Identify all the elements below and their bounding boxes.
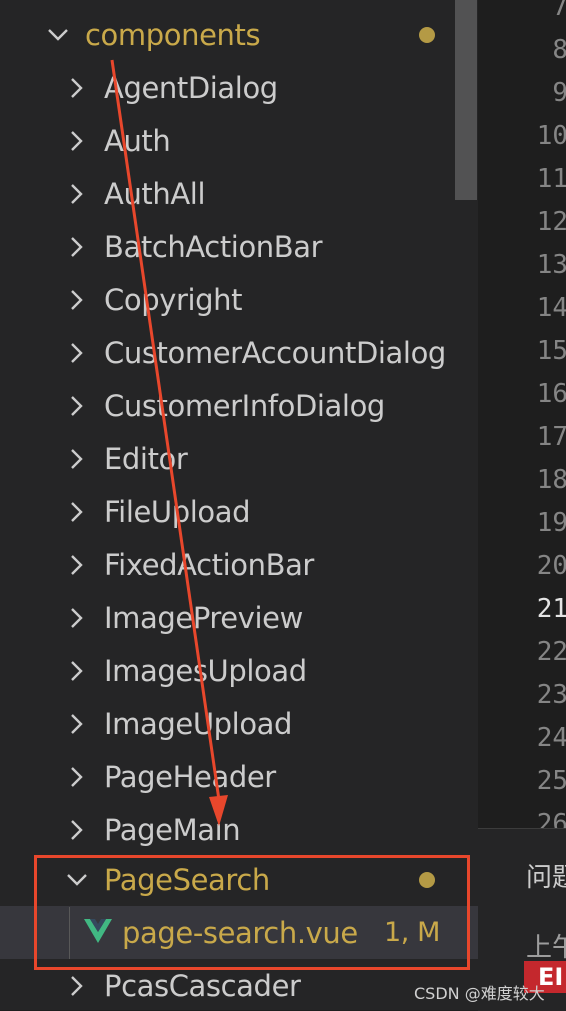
folder-row[interactable]: Auth (0, 114, 478, 167)
chevron-right-icon (71, 449, 83, 469)
line-number: 18 (536, 465, 566, 495)
chevron-right-icon (71, 502, 83, 522)
folder-label: AuthAll (104, 176, 206, 211)
folder-row[interactable]: Editor (0, 432, 478, 485)
folder-row[interactable]: FileUpload (0, 485, 478, 538)
chevron-right-icon (71, 237, 83, 257)
folder-label: FileUpload (104, 494, 251, 529)
folder-label: CustomerAccountDialog (104, 335, 446, 370)
folder-row[interactable]: AuthAll (0, 167, 478, 220)
folder-row[interactable]: PageHeader (0, 750, 478, 803)
folder-row[interactable]: PageMain (0, 803, 478, 856)
vue-file-icon (84, 919, 112, 943)
chevron-right-icon (71, 714, 83, 734)
line-number: 16 (536, 379, 566, 409)
line-number: 12 (536, 207, 566, 237)
folder-row[interactable]: ImageUpload (0, 697, 478, 750)
chevron-right-icon (71, 131, 83, 151)
chevron-down-icon (48, 29, 68, 41)
folder-label: components (85, 17, 261, 52)
folder-label: FixedActionBar (104, 547, 314, 582)
chevron-right-icon (71, 976, 83, 996)
file-status: 1, M (384, 917, 441, 948)
file-row-page-search-vue[interactable]: page-search.vue 1, M (0, 906, 478, 959)
folder-label: Editor (104, 441, 188, 476)
line-number: 9 (552, 78, 566, 108)
folder-label: BatchActionBar (104, 229, 323, 264)
folder-row[interactable]: BatchActionBar (0, 220, 478, 273)
line-number: 22 (536, 637, 566, 667)
line-number: 10 (536, 121, 566, 151)
line-number: 26 (536, 809, 566, 828)
folder-row[interactable]: ImagePreview (0, 591, 478, 644)
chevron-right-icon (71, 78, 83, 98)
chevron-right-icon (71, 661, 83, 681)
folder-label: PageMain (104, 812, 241, 847)
chevron-right-icon (71, 184, 83, 204)
chevron-right-icon (71, 396, 83, 416)
folder-label: PageHeader (104, 759, 276, 794)
folder-row[interactable]: CustomerInfoDialog (0, 379, 478, 432)
line-number: 15 (536, 336, 566, 366)
file-label: page-search.vue (122, 915, 358, 950)
chevron-right-icon (71, 555, 83, 575)
line-number: 11 (536, 164, 566, 194)
line-number: 21 (536, 594, 566, 624)
folder-label: PcasCascader (104, 968, 301, 1003)
line-number: 17 (536, 422, 566, 452)
chevron-right-icon (71, 290, 83, 310)
folder-label: Copyright (104, 282, 243, 317)
chevron-right-icon (71, 608, 83, 628)
folder-label: AgentDialog (104, 70, 278, 105)
folder-label: ImagesUpload (104, 653, 307, 688)
folder-row-components[interactable]: components (0, 8, 478, 61)
line-number: 14 (536, 293, 566, 323)
folder-row-pcas-cascader[interactable]: PcasCascader (0, 959, 478, 1010)
folder-label: CustomerInfoDialog (104, 388, 385, 423)
folder-label: ImageUpload (104, 706, 293, 741)
folder-row[interactable]: CustomerAccountDialog (0, 326, 478, 379)
chevron-down-icon (67, 874, 87, 886)
folder-row[interactable]: AgentDialog (0, 61, 478, 114)
folder-row-page-search[interactable]: PageSearch (0, 853, 478, 906)
panel-text: 上午 (526, 933, 566, 963)
folder-row[interactable]: ImagesUpload (0, 644, 478, 697)
modified-indicator (419, 27, 435, 43)
folder-row[interactable]: FixedActionBar (0, 538, 478, 591)
line-number: 25 (536, 766, 566, 796)
folder-label: Auth (104, 123, 171, 158)
line-number: 8 (552, 35, 566, 65)
line-number: 7 (552, 0, 566, 22)
chevron-right-icon (71, 820, 83, 840)
line-number: 13 (536, 250, 566, 280)
folder-label: ImagePreview (104, 600, 303, 635)
folder-row[interactable]: Copyright (0, 273, 478, 326)
line-number: 19 (536, 508, 566, 538)
chevron-right-icon (71, 343, 83, 363)
editor-gutter: 7 8 9 10 11 12 13 14 15 16 17 18 19 20 21 22 23 24 25 26 (478, 0, 566, 828)
line-number: 23 (536, 680, 566, 710)
problems-tab[interactable]: 问题 (526, 857, 566, 894)
watermark: CSDN @难度较大 (414, 984, 545, 1003)
folder-label: PageSearch (104, 862, 270, 897)
line-number: 24 (536, 723, 566, 753)
explorer-panel: components AgentDialog Auth AuthAll BatchAc… (0, 0, 478, 1010)
line-number: 20 (536, 551, 566, 581)
modified-indicator (419, 872, 435, 888)
indent-guide (69, 907, 70, 959)
chevron-right-icon (71, 767, 83, 787)
